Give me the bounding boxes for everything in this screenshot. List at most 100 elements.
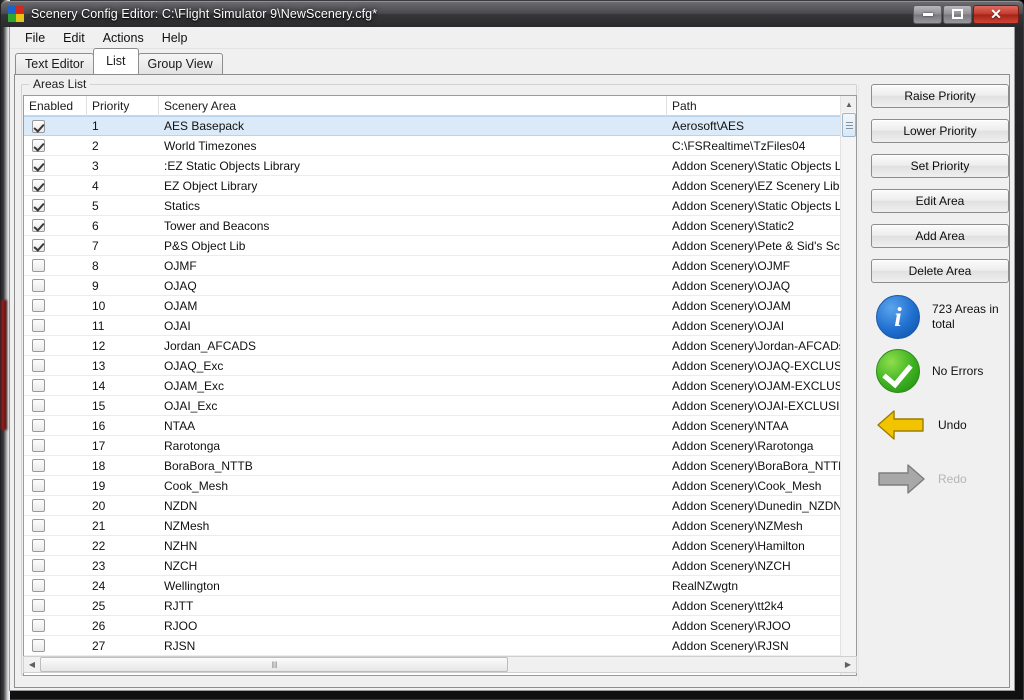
vertical-scroll-thumb[interactable]	[842, 113, 856, 137]
menu-item-edit[interactable]: Edit	[54, 28, 94, 48]
checkbox-checked-icon[interactable]	[32, 119, 45, 133]
table-row[interactable]: 16 NTAA Addon Scenery\NTAA	[24, 416, 841, 436]
table-row[interactable]: 11 OJAI Addon Scenery\OJAI	[24, 316, 841, 336]
checkbox-unchecked-icon[interactable]	[32, 499, 45, 512]
table-row[interactable]: 27 RJSN Addon Scenery\RJSN	[24, 636, 841, 656]
table-row[interactable]: 3:EZ Static Objects Library Addon Scenery…	[24, 156, 841, 176]
row-enabled-cell[interactable]	[24, 456, 87, 476]
checkbox-unchecked-icon[interactable]	[32, 599, 45, 612]
column-header-scenery-area[interactable]: Scenery Area	[159, 96, 667, 116]
minimize-button[interactable]	[913, 4, 942, 24]
add-area-button[interactable]: Add Area	[871, 224, 1009, 248]
row-enabled-cell[interactable]	[24, 196, 87, 216]
checkbox-unchecked-icon[interactable]	[32, 619, 45, 632]
scroll-left-arrow-icon[interactable]: ◀	[24, 657, 40, 672]
horizontal-scroll-track[interactable]: ‖‖	[40, 657, 840, 672]
row-enabled-cell[interactable]	[24, 416, 87, 436]
checkbox-checked-icon[interactable]	[32, 179, 45, 192]
table-row[interactable]: 2 World Timezones C:\FSRealtime\TzFiles04	[24, 136, 841, 156]
row-enabled-cell[interactable]	[24, 256, 87, 276]
delete-area-button[interactable]: Delete Area	[871, 259, 1009, 283]
grid-horizontal-scrollbar[interactable]: ◀ ‖‖ ▶	[23, 656, 857, 673]
maximize-button[interactable]	[943, 4, 972, 24]
checkbox-unchecked-icon[interactable]	[32, 259, 45, 272]
checkbox-unchecked-icon[interactable]	[32, 339, 45, 352]
checkbox-unchecked-icon[interactable]	[32, 299, 45, 312]
row-enabled-cell[interactable]	[24, 536, 87, 556]
row-enabled-cell[interactable]	[24, 216, 87, 236]
column-header-enabled[interactable]: Enabled	[24, 96, 87, 116]
checkbox-checked-icon[interactable]	[32, 219, 45, 232]
column-header-path[interactable]: Path	[667, 96, 839, 116]
row-enabled-cell[interactable]	[24, 356, 87, 376]
areas-grid[interactable]: Enabled Priority Scenery Area Path 1 AES …	[23, 95, 857, 676]
table-row[interactable]: 4 EZ Object Library Addon Scenery\EZ Scene…	[24, 176, 841, 196]
checkbox-checked-icon[interactable]	[32, 139, 45, 152]
table-row[interactable]: 21 NZMesh Addon Scenery\NZMesh	[24, 516, 841, 536]
row-enabled-cell[interactable]	[24, 596, 87, 616]
checkbox-unchecked-icon[interactable]	[32, 399, 45, 412]
set-priority-button[interactable]: Set Priority	[871, 154, 1009, 178]
checkbox-unchecked-icon[interactable]	[32, 359, 45, 372]
table-row[interactable]: 19 Cook_Mesh Addon Scenery\Cook_Mesh	[24, 476, 841, 496]
row-enabled-cell[interactable]	[24, 316, 87, 336]
table-row[interactable]: 1 AES Basepack Aerosoft\AES	[24, 116, 841, 136]
table-row[interactable]: 23 NZCH Addon Scenery\NZCH	[24, 556, 841, 576]
tab-list[interactable]: List	[93, 48, 139, 74]
row-enabled-cell[interactable]	[24, 176, 87, 196]
scroll-up-arrow-icon[interactable]: ▲	[841, 96, 856, 112]
row-enabled-cell[interactable]	[24, 396, 87, 416]
table-row[interactable]: 10 OJAM Addon Scenery\OJAM	[24, 296, 841, 316]
checkbox-unchecked-icon[interactable]	[32, 539, 45, 552]
title-bar[interactable]: Scenery Config Editor: C:\Flight Simulat…	[1, 1, 1023, 27]
edit-area-button[interactable]: Edit Area	[871, 189, 1009, 213]
checkbox-unchecked-icon[interactable]	[32, 419, 45, 432]
horizontal-scroll-thumb[interactable]: ‖‖	[40, 657, 508, 672]
row-enabled-cell[interactable]	[24, 576, 87, 596]
row-enabled-cell[interactable]	[24, 136, 87, 156]
table-row[interactable]: 15 OJAI_Exc Addon Scenery\OJAI-EXCLUSION	[24, 396, 841, 416]
row-enabled-cell[interactable]	[24, 156, 87, 176]
table-row[interactable]: 9 OJAQ Addon Scenery\OJAQ	[24, 276, 841, 296]
table-row[interactable]: 25 RJTT Addon Scenery\tt2k4	[24, 596, 841, 616]
menu-item-actions[interactable]: Actions	[94, 28, 153, 48]
row-enabled-cell[interactable]	[24, 476, 87, 496]
checkbox-unchecked-icon[interactable]	[32, 379, 45, 392]
raise-priority-button[interactable]: Raise Priority	[871, 84, 1009, 108]
table-row[interactable]: 14 OJAM_Exc Addon Scenery\OJAM-EXCLUSION	[24, 376, 841, 396]
table-row[interactable]: 20 NZDN Addon Scenery\Dunedin_NZDN	[24, 496, 841, 516]
table-row[interactable]: 17 Rarotonga Addon Scenery\Rarotonga	[24, 436, 841, 456]
close-button[interactable]: ✕	[973, 4, 1019, 24]
row-enabled-cell[interactable]	[24, 436, 87, 456]
table-row[interactable]: 26 RJOO Addon Scenery\RJOO	[24, 616, 841, 636]
checkbox-checked-icon[interactable]	[32, 199, 45, 212]
row-enabled-cell[interactable]	[24, 616, 87, 636]
checkbox-unchecked-icon[interactable]	[32, 439, 45, 452]
grid-vertical-scrollbar[interactable]: ▲ ▼	[840, 96, 856, 675]
column-header-priority[interactable]: Priority	[87, 96, 159, 116]
checkbox-unchecked-icon[interactable]	[32, 319, 45, 332]
undo-action[interactable]: Undo	[864, 402, 1016, 448]
row-enabled-cell[interactable]	[24, 636, 87, 656]
table-row[interactable]: 5 Statics Addon Scenery\Static Objects Lib…	[24, 196, 841, 216]
table-row[interactable]: 8 OJMF Addon Scenery\OJMF	[24, 256, 841, 276]
tab-text-editor[interactable]: Text Editor	[15, 53, 95, 75]
tab-group-view[interactable]: Group View	[137, 53, 223, 75]
table-row[interactable]: 18 BoraBora_NTTB Addon Scenery\BoraBora_NT…	[24, 456, 841, 476]
table-row[interactable]: 12 Jordan_AFCADS Addon Scenery\Jordan-AFCA…	[24, 336, 841, 356]
checkbox-unchecked-icon[interactable]	[32, 479, 45, 492]
scroll-right-arrow-icon[interactable]: ▶	[840, 657, 856, 672]
checkbox-checked-icon[interactable]	[32, 239, 45, 252]
checkbox-unchecked-icon[interactable]	[32, 519, 45, 532]
checkbox-unchecked-icon[interactable]	[32, 459, 45, 472]
row-enabled-cell[interactable]	[24, 496, 87, 516]
checkbox-checked-icon[interactable]	[32, 159, 45, 172]
table-row[interactable]: 7 P&S Object Lib Addon Scenery\Pete & Sid'…	[24, 236, 841, 256]
undo-arrow-icon[interactable]	[876, 407, 926, 443]
checkbox-unchecked-icon[interactable]	[32, 639, 45, 652]
row-enabled-cell[interactable]	[24, 276, 87, 296]
table-row[interactable]: 24 Wellington RealNZwgtn	[24, 576, 841, 596]
row-enabled-cell[interactable]	[24, 376, 87, 396]
table-row[interactable]: 13 OJAQ_Exc Addon Scenery\OJAQ-EXCLUSION	[24, 356, 841, 376]
table-row[interactable]: 22 NZHN Addon Scenery\Hamilton	[24, 536, 841, 556]
